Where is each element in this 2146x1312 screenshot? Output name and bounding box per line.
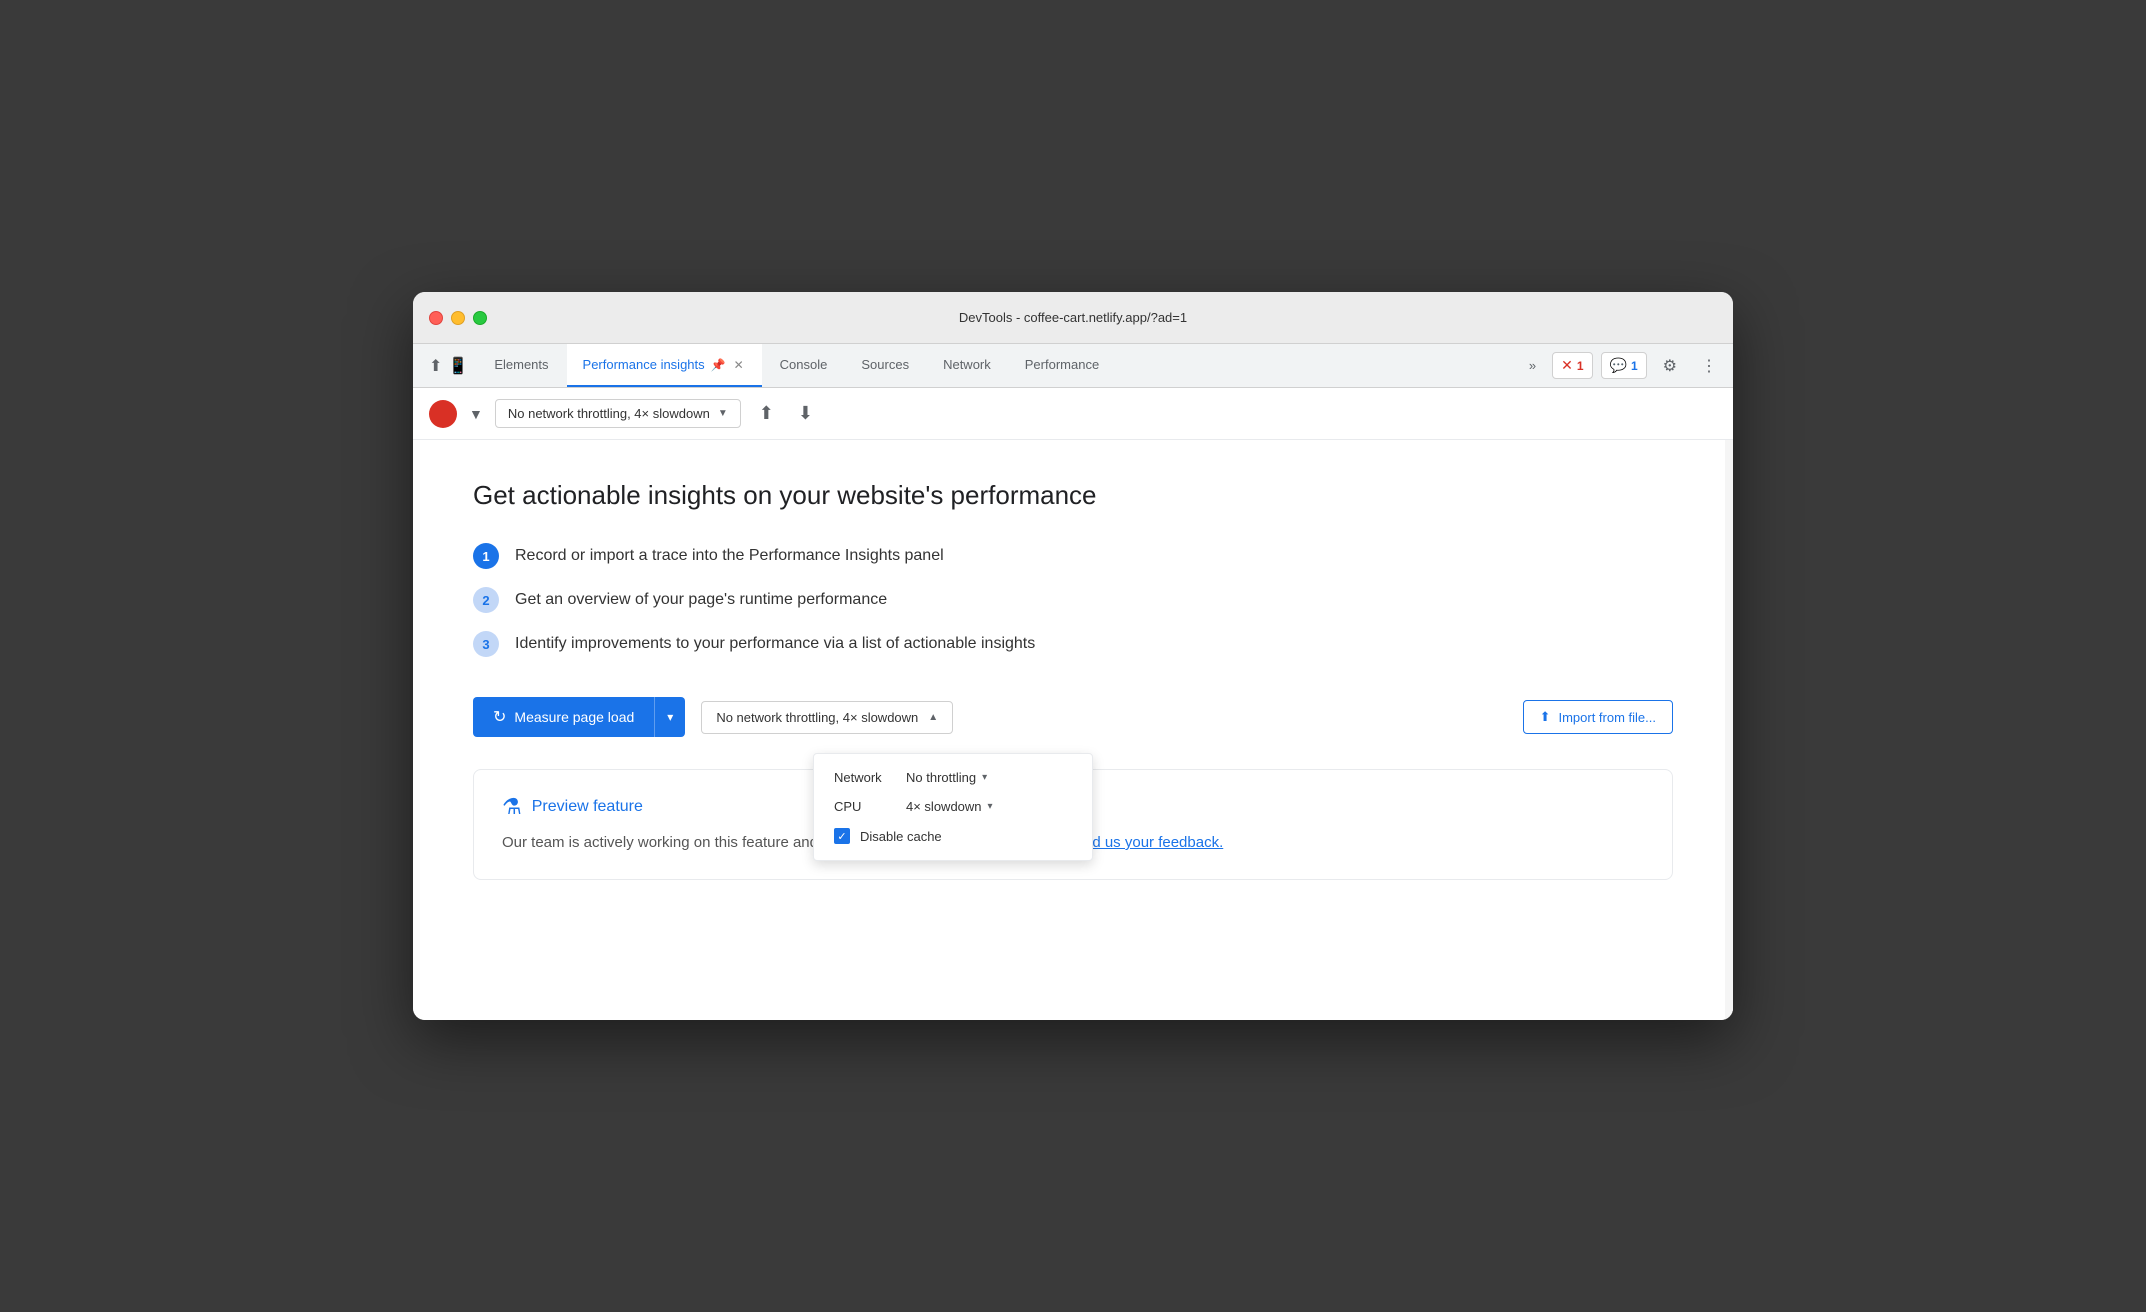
tab-sources-label: Sources bbox=[861, 357, 909, 372]
step-2-number: 2 bbox=[473, 587, 499, 613]
message-count: 1 bbox=[1631, 359, 1638, 373]
disable-cache-label: Disable cache bbox=[860, 829, 942, 844]
import-file-label: Import from file... bbox=[1558, 710, 1656, 725]
tab-network[interactable]: Network bbox=[927, 344, 1007, 387]
throttle-dropdown[interactable]: No network throttling, 4× slowdown ▼ bbox=[495, 399, 741, 428]
maximize-button[interactable] bbox=[473, 311, 487, 325]
more-tabs-button[interactable]: » bbox=[1521, 354, 1544, 377]
tabbar: ⬆ 📱 Elements Performance insights 📌 ✕ Co… bbox=[413, 344, 1733, 388]
tab-performance-label: Performance bbox=[1025, 357, 1099, 372]
throttle-dropdown-panel: Network No throttling ▾ CPU 4× slowdown … bbox=[813, 753, 1093, 861]
step-1: 1 Record or import a trace into the Perf… bbox=[473, 543, 1673, 569]
network-throttle-dropdown[interactable]: No network throttling, 4× slowdown ▲ bbox=[701, 701, 953, 734]
measure-button-group: ↻ Measure page load ▾ bbox=[473, 697, 685, 737]
network-value-arrow: ▾ bbox=[982, 772, 987, 783]
page-title: Get actionable insights on your website'… bbox=[473, 480, 1673, 511]
throttle-dropdown-label: No network throttling, 4× slowdown bbox=[508, 406, 710, 421]
network-dropdown-row-label: Network bbox=[834, 770, 894, 785]
tab-network-label: Network bbox=[943, 357, 991, 372]
network-dropdown-label: No network throttling, 4× slowdown bbox=[716, 710, 918, 725]
tab-performance[interactable]: Performance bbox=[1009, 344, 1115, 387]
pin-icon: 📌 bbox=[711, 358, 726, 372]
record-dropdown-button[interactable]: ▼ bbox=[469, 406, 483, 422]
preview-title: Preview feature bbox=[532, 798, 643, 816]
traffic-lights bbox=[429, 311, 487, 325]
tab-elements-label: Elements bbox=[494, 357, 548, 372]
action-row: ↻ Measure page load ▾ No network throttl… bbox=[473, 697, 1673, 737]
settings-button[interactable]: ⚙ bbox=[1655, 352, 1685, 380]
cpu-value: 4× slowdown bbox=[906, 799, 982, 814]
tab-elements[interactable]: Elements bbox=[478, 344, 564, 387]
network-dropdown-arrow: ▲ bbox=[928, 712, 938, 723]
tab-console-label: Console bbox=[780, 357, 828, 372]
cpu-dropdown-row-label: CPU bbox=[834, 799, 894, 814]
network-row: Network No throttling ▾ bbox=[834, 770, 1072, 785]
import-button[interactable]: ⬇ bbox=[792, 399, 819, 428]
close-tab-icon[interactable]: ✕ bbox=[732, 356, 746, 374]
cpu-value-arrow: ▾ bbox=[988, 801, 993, 812]
main-content: Get actionable insights on your website'… bbox=[413, 440, 1733, 1020]
scrollbar[interactable] bbox=[1725, 440, 1733, 1020]
step-2-text: Get an overview of your page's runtime p… bbox=[515, 591, 887, 609]
close-button[interactable] bbox=[429, 311, 443, 325]
measure-dropdown-button[interactable]: ▾ bbox=[654, 697, 685, 737]
message-icon: 💬 bbox=[1610, 357, 1627, 374]
tab-sources[interactable]: Sources bbox=[845, 344, 925, 387]
devtools-window: DevTools - coffee-cart.netlify.app/?ad=1… bbox=[413, 292, 1733, 1020]
import-from-file-button[interactable]: ⬆ Import from file... bbox=[1523, 700, 1673, 734]
window-title: DevTools - coffee-cart.netlify.app/?ad=1 bbox=[959, 310, 1187, 325]
step-1-number: 1 bbox=[473, 543, 499, 569]
step-3: 3 Identify improvements to your performa… bbox=[473, 631, 1673, 657]
disable-cache-checkbox[interactable]: ✓ bbox=[834, 828, 850, 844]
titlebar: DevTools - coffee-cart.netlify.app/?ad=1 bbox=[413, 292, 1733, 344]
flask-icon: ⚗ bbox=[502, 794, 522, 820]
step-1-text: Record or import a trace into the Perfor… bbox=[515, 547, 944, 565]
record-button[interactable] bbox=[429, 400, 457, 428]
measure-page-load-button[interactable]: ↻ Measure page load bbox=[473, 697, 654, 737]
error-badge-button[interactable]: ✕ 1 bbox=[1552, 352, 1592, 379]
tab-console[interactable]: Console bbox=[764, 344, 844, 387]
measure-btn-label: Measure page load bbox=[514, 709, 634, 725]
cpu-value-dropdown[interactable]: 4× slowdown ▾ bbox=[906, 799, 993, 814]
network-value-dropdown[interactable]: No throttling ▾ bbox=[906, 770, 987, 785]
menu-button[interactable]: ⋮ bbox=[1693, 352, 1725, 380]
minimize-button[interactable] bbox=[451, 311, 465, 325]
step-2: 2 Get an overview of your page's runtime… bbox=[473, 587, 1673, 613]
error-count: 1 bbox=[1577, 359, 1584, 373]
refresh-icon: ↻ bbox=[493, 707, 506, 727]
device-icon[interactable]: 📱 bbox=[448, 356, 468, 376]
throttle-dropdown-arrow: ▼ bbox=[718, 408, 728, 419]
tabbar-right: » ✕ 1 💬 1 ⚙ ⋮ bbox=[1521, 344, 1725, 387]
steps-list: 1 Record or import a trace into the Perf… bbox=[473, 543, 1673, 657]
cpu-row: CPU 4× slowdown ▾ bbox=[834, 799, 1072, 814]
message-badge-button[interactable]: 💬 1 bbox=[1601, 352, 1647, 379]
export-button[interactable]: ⬆ bbox=[753, 399, 780, 428]
step-3-number: 3 bbox=[473, 631, 499, 657]
step-3-text: Identify improvements to your performanc… bbox=[515, 635, 1035, 653]
upload-icon: ⬆ bbox=[1540, 709, 1551, 725]
error-icon: ✕ bbox=[1561, 357, 1573, 374]
disable-cache-row: ✓ Disable cache bbox=[834, 828, 1072, 844]
toolbar: ▼ No network throttling, 4× slowdown ▼ ⬆… bbox=[413, 388, 1733, 440]
tab-performance-insights-label: Performance insights bbox=[583, 357, 705, 372]
tab-performance-insights[interactable]: Performance insights 📌 ✕ bbox=[567, 344, 762, 387]
network-value: No throttling bbox=[906, 770, 976, 785]
cursor-icon[interactable]: ⬆ bbox=[429, 356, 442, 376]
